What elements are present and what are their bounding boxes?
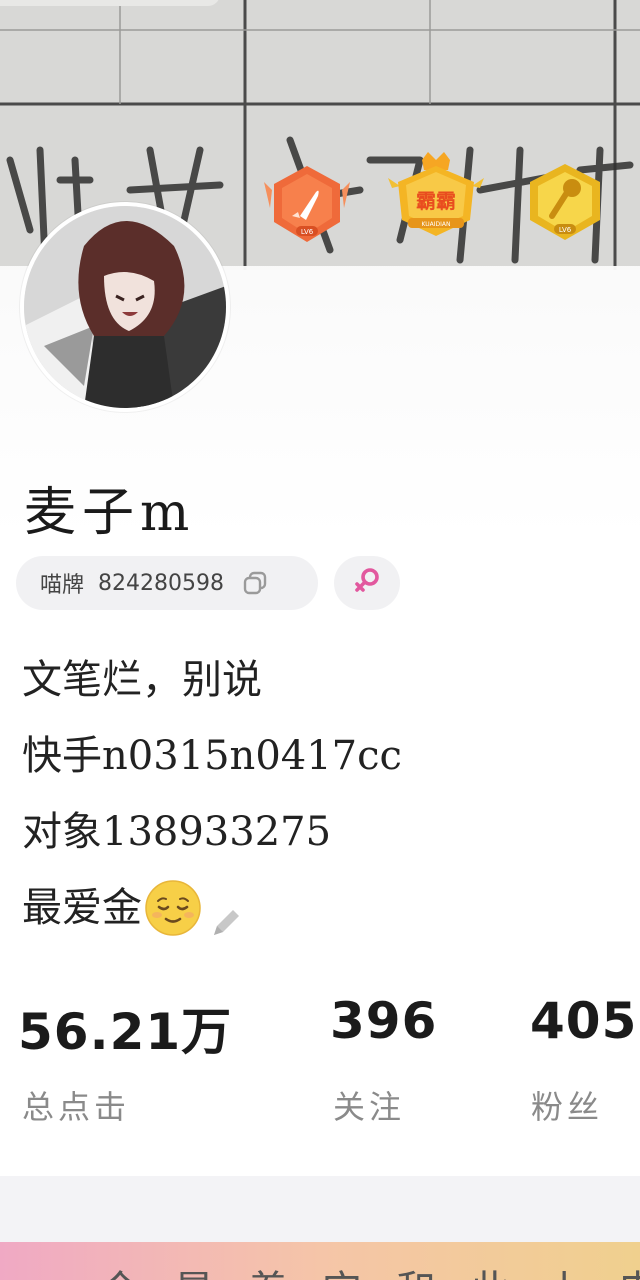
copy-icon[interactable] (242, 570, 268, 596)
bio-line: 最爱金 (22, 885, 142, 931)
relieved-face-emoji-icon (144, 879, 202, 937)
svg-text:LV6: LV6 (301, 228, 314, 236)
total-clicks-value[interactable]: 56.21万 (18, 992, 232, 1064)
svg-text:KUAIDIAN: KUAIDIAN (421, 221, 450, 228)
female-icon (352, 566, 382, 600)
total-clicks-label[interactable]: 总点击 (22, 1082, 130, 1128)
user-id-pill[interactable]: 喵牌 824280598 (16, 556, 318, 610)
microphone-badge-icon[interactable]: LV6 (520, 158, 610, 248)
svg-text:霸霸: 霸霸 (416, 189, 456, 213)
bio-line: 文笔烂，别说 (22, 657, 262, 703)
crown-badge-icon[interactable]: 霸霸 KUAIDIAN (386, 148, 486, 248)
profile-page: LV6 霸霸 KUAIDIAN LV6 麦子m 喵牌 824280598 文笔烂… (0, 0, 640, 1280)
gender-pill (334, 556, 400, 610)
svg-text:LV6: LV6 (559, 226, 572, 234)
following-count-value[interactable]: 396 (330, 992, 437, 1050)
bio-last-line: 最爱金 (22, 870, 402, 946)
rocket-badge-icon[interactable]: LV6 (262, 160, 352, 250)
banner-top-tab (0, 0, 220, 6)
edit-pencil-icon[interactable] (208, 890, 244, 935)
following-label[interactable]: 关注 (333, 1082, 405, 1128)
bio-line: 对象138933275 (22, 809, 332, 855)
bottom-gradient-banner[interactable]: 今是着它和此小电中天 (0, 1242, 640, 1280)
followers-label[interactable]: 粉丝 (531, 1082, 603, 1128)
followers-count-value[interactable]: 405 (530, 992, 637, 1050)
profile-bio: 文笔烂，别说 快手n0315n0417cc 对象138933275 最爱金 (22, 642, 402, 946)
id-value: 824280598 (98, 570, 224, 596)
id-label: 喵牌 (40, 573, 85, 598)
profile-name: 麦子m (24, 483, 196, 543)
bottom-banner-text: 今是着它和此小电中天 (100, 1258, 640, 1280)
bio-line: 快手n0315n0417cc (22, 733, 402, 779)
section-divider (0, 1176, 640, 1242)
avatar[interactable] (20, 202, 230, 412)
